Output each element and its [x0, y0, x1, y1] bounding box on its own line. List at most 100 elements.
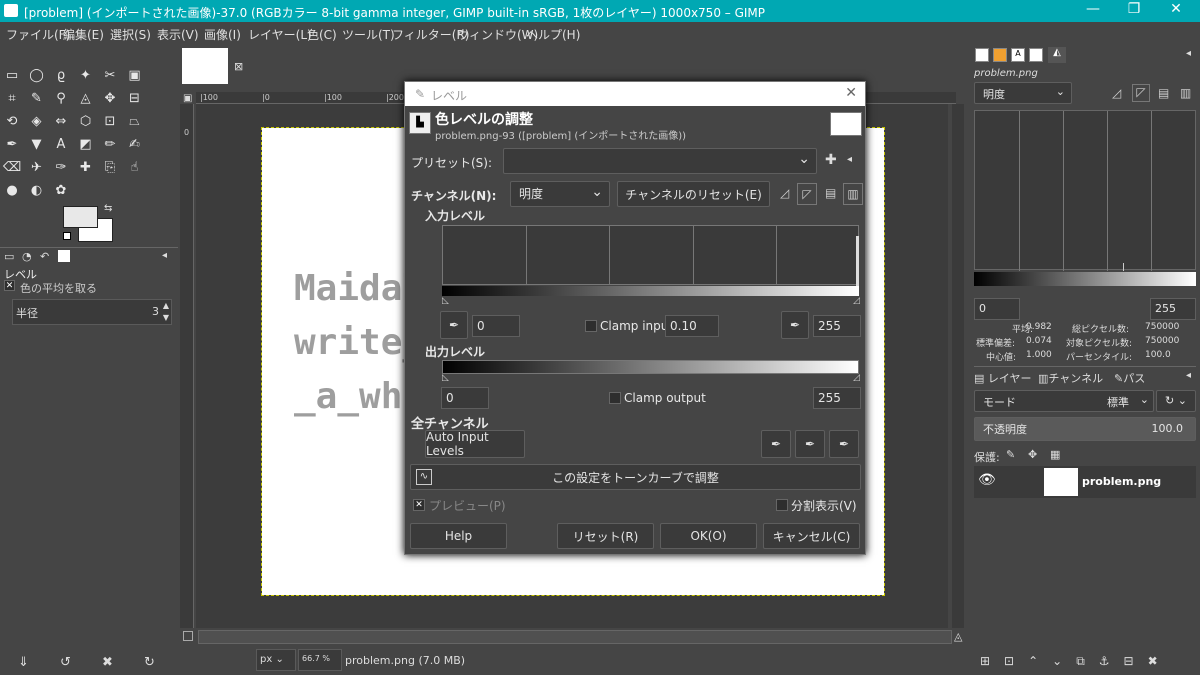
linear-histogram-icon[interactable]: ◿: [1112, 86, 1121, 100]
pick-white-point-all-button[interactable]: ✒: [829, 430, 859, 458]
range-low-spinner[interactable]: 0: [974, 298, 1020, 320]
dialog-close-icon[interactable]: ✕: [845, 85, 857, 101]
sample-average-checkbox[interactable]: ✕: [4, 280, 15, 291]
scissors-icon[interactable]: ✂: [101, 66, 119, 84]
histogram-tab-icon[interactable]: ◭: [1048, 47, 1066, 63]
lasso-icon[interactable]: ϱ: [52, 66, 70, 84]
ok-button[interactable]: OK(O): [660, 523, 757, 549]
document-history-tab-icon[interactable]: [1029, 48, 1043, 62]
visibility-eye-icon[interactable]: 👁: [978, 472, 996, 488]
device-status-tab-icon[interactable]: ◔: [22, 250, 32, 263]
range-high-spinner[interactable]: 255: [1150, 298, 1196, 320]
menu-select[interactable]: 選択(S): [110, 26, 151, 43]
mypaint-icon[interactable]: ✿: [52, 181, 70, 199]
histogram-view-icon[interactable]: ▥: [843, 183, 863, 205]
swap-colors-icon[interactable]: ⇆: [104, 203, 112, 214]
tab-menu-icon[interactable]: ◂: [1186, 48, 1191, 59]
fonts-tab-icon[interactable]: A: [1011, 48, 1025, 62]
preset-select[interactable]: ⌄: [503, 148, 817, 174]
tab-channels[interactable]: ▥チャンネル: [1038, 370, 1103, 386]
tool-options-tab-icon[interactable]: ▭: [4, 250, 14, 263]
reset-button[interactable]: リセット(R): [557, 523, 654, 549]
output-high-spinner[interactable]: 255: [813, 387, 861, 409]
tab-menu-icon[interactable]: ◂: [162, 250, 167, 261]
menu-edit[interactable]: 編集(E): [63, 26, 104, 43]
pick-black-point-all-button[interactable]: ✒: [761, 430, 791, 458]
clamp-output-checkbox[interactable]: [609, 392, 621, 404]
log-histogram-icon[interactable]: ◸: [1132, 84, 1150, 102]
menu-help[interactable]: ヘルプ(H): [526, 26, 580, 43]
clamp-input-checkbox[interactable]: [585, 320, 597, 332]
help-button[interactable]: Help: [410, 523, 507, 549]
menu-tools[interactable]: ツール(T): [342, 26, 395, 43]
foreground-select-icon[interactable]: ▣: [126, 66, 144, 84]
lock-alpha-icon[interactable]: ▦: [1050, 448, 1060, 461]
unit-select[interactable]: px ⌄: [256, 649, 296, 671]
opacity-slider[interactable]: 不透明度 100.0: [974, 417, 1196, 441]
unified-transform-icon[interactable]: ⊡: [101, 112, 119, 130]
menu-image[interactable]: 画像(I): [204, 26, 241, 43]
add-preset-icon[interactable]: ✚: [825, 152, 837, 168]
path-icon[interactable]: ✒: [3, 135, 21, 153]
zoom-select[interactable]: 66.7 %: [298, 649, 342, 671]
rect-select-icon[interactable]: ▭: [3, 66, 21, 84]
menu-colors[interactable]: 色(C): [307, 26, 337, 43]
color-picker-icon[interactable]: ✎: [28, 89, 46, 107]
crop-icon[interactable]: ⌗: [3, 89, 21, 107]
close-button[interactable]: ✕: [1166, 1, 1186, 17]
zoom-image-when-window-size-changes-icon[interactable]: [183, 631, 193, 641]
lock-pixels-icon[interactable]: ✎: [1006, 448, 1015, 461]
perspective-icon[interactable]: ⏢: [126, 112, 144, 130]
tab-menu-icon[interactable]: ◂: [1186, 370, 1191, 381]
smudge-icon[interactable]: ☝: [126, 158, 144, 176]
save-preset-icon[interactable]: ⇓: [18, 655, 29, 670]
preview-checkbox[interactable]: ✕: [413, 499, 425, 511]
flip-icon[interactable]: ⇔: [52, 112, 70, 130]
layer-mode-select[interactable]: モード 標準 ⌄: [974, 390, 1154, 412]
bucket-icon[interactable]: ▼: [28, 135, 46, 153]
ink-icon[interactable]: ✑: [52, 158, 70, 176]
input-high-spinner[interactable]: 255: [813, 315, 861, 337]
undo-history-tab-icon[interactable]: ↶: [40, 250, 49, 263]
transform-icon[interactable]: ⟲: [3, 112, 21, 130]
navigate-icon[interactable]: ◬: [954, 630, 962, 643]
image-tab-thumbnail[interactable]: [182, 48, 228, 84]
foreground-color-swatch[interactable]: [63, 206, 98, 228]
auto-input-levels-button[interactable]: Auto Input Levels: [425, 430, 525, 458]
reset-channel-button[interactable]: チャンネルのリセット(E): [617, 181, 770, 207]
histogram-channel-select[interactable]: 明度 ⌄: [974, 82, 1072, 104]
quick-mask-icon[interactable]: ▣: [183, 93, 192, 104]
histogram-mode-icon[interactable]: ▥: [1180, 86, 1191, 100]
radius-spinner[interactable]: 半径 3 ▲ ▼: [12, 299, 172, 325]
histogram-mode-icon[interactable]: ▤: [1158, 86, 1169, 100]
minimize-button[interactable]: —: [1083, 1, 1103, 17]
input-high-handle[interactable]: ◿: [853, 296, 860, 306]
airbrush-icon[interactable]: ✈: [28, 158, 46, 176]
warp-icon[interactable]: ◈: [28, 112, 46, 130]
output-low-handle[interactable]: ◺: [442, 373, 449, 383]
histogram-view-icon[interactable]: ▤: [825, 186, 836, 200]
tab-paths[interactable]: ✎パス: [1114, 370, 1145, 386]
output-high-handle[interactable]: ◿: [853, 373, 860, 383]
brushes-tab-icon[interactable]: [975, 48, 989, 62]
move-icon[interactable]: ✥: [101, 89, 119, 107]
horizontal-scrollbar[interactable]: [198, 630, 952, 644]
vertical-scrollbar[interactable]: [952, 104, 964, 628]
text-icon[interactable]: A: [52, 135, 70, 153]
brush-icon[interactable]: ✍: [126, 135, 144, 153]
gamma-spinner[interactable]: 0.10: [665, 315, 719, 337]
pick-white-point-button[interactable]: ✒: [781, 311, 809, 339]
restore-button[interactable]: ❐: [1124, 1, 1144, 17]
heal-icon[interactable]: ✚: [77, 158, 95, 176]
restore-icon[interactable]: ↺: [60, 655, 71, 670]
pick-gray-point-all-button[interactable]: ✒: [795, 430, 825, 458]
ellipse-select-icon[interactable]: ◯: [28, 66, 46, 84]
tab-layers[interactable]: ▤ レイヤー: [974, 370, 1032, 386]
edit-as-curves-button[interactable]: ∿ この設定をトーンカーブで調整: [410, 464, 861, 490]
channel-select[interactable]: 明度 ⌄: [510, 181, 610, 207]
menu-layer[interactable]: レイヤー(L): [248, 26, 312, 43]
lock-position-icon[interactable]: ✥: [1028, 448, 1037, 461]
layer-row[interactable]: 👁 problem.png: [974, 466, 1196, 498]
composite-mode-select[interactable]: ↻ ⌄: [1156, 390, 1196, 412]
blur-icon[interactable]: ◐: [28, 181, 46, 199]
